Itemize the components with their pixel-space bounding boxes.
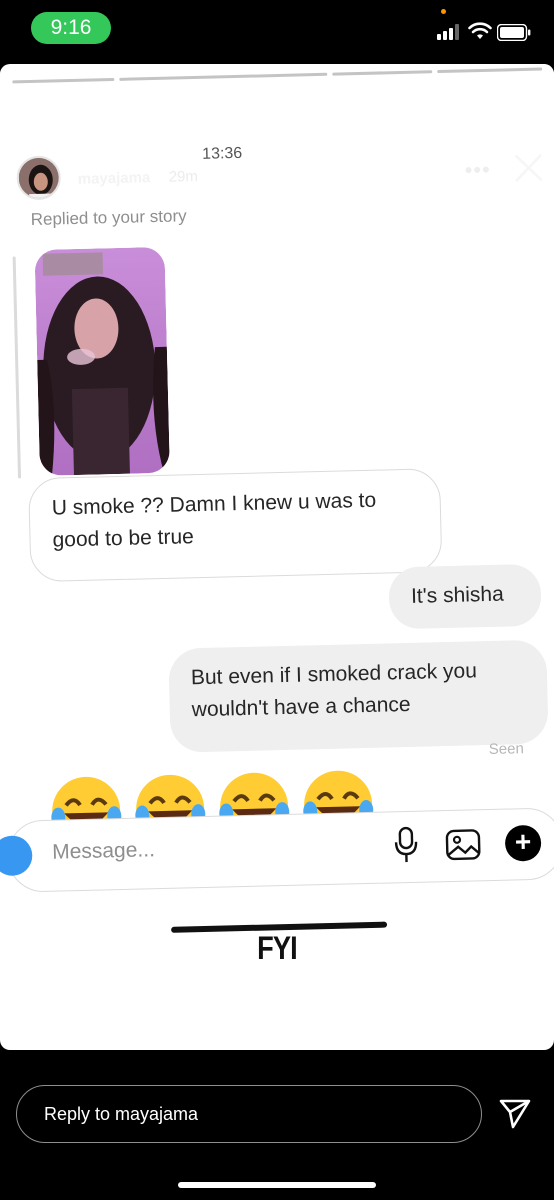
story-progress-segment [332,70,433,76]
replied-label: Replied to your story [30,206,187,230]
status-time[interactable]: 9:16 [31,12,111,44]
screenshot-clock: 13:36 [201,144,243,163]
story-progress-segment [12,77,115,84]
message-input[interactable]: Message... [52,838,155,865]
dm-screenshot: 13:36 mayajama 29m ••• Replied to your s… [0,64,554,966]
status-bar: 9:16 [0,0,554,62]
story-viewer[interactable]: 13:36 mayajama 29m ••• Replied to your s… [0,64,554,1050]
send-icon[interactable] [499,1099,531,1129]
signal-icon [437,24,459,40]
close-icon[interactable] [512,151,545,184]
quote-bar [12,256,22,479]
message-bubble-received[interactable]: U smoke ?? Damn I knew u was to good to … [28,468,443,583]
reply-input[interactable]: Reply to mayajama [16,1085,482,1143]
wifi-icon [468,22,492,39]
seen-label: Seen [488,740,525,759]
story-username[interactable]: mayajama [78,169,151,188]
microphone-icon[interactable] [393,826,420,865]
battery-icon [497,24,531,41]
story-time-ago: 29m [168,167,199,186]
story-thumbnail[interactable] [34,246,170,476]
story-progress-segment [437,67,543,74]
reply-placeholder: Reply to mayajama [44,1104,199,1124]
system-home-indicator [178,1182,376,1188]
add-button[interactable]: + [504,824,542,862]
message-composer[interactable]: Message... + [0,807,554,893]
story-caption: FYI [257,930,298,966]
camera-button[interactable] [0,835,33,877]
avatar[interactable] [16,155,62,201]
message-bubble-sent[interactable]: But even if I smoked crack you wouldn't … [168,639,549,753]
privacy-indicator-icon [441,9,446,14]
story-progress-segment [119,72,328,81]
message-bubble-sent[interactable]: It's shisha [388,563,542,630]
more-options-icon[interactable]: ••• [464,157,491,183]
gallery-icon[interactable] [445,828,482,861]
